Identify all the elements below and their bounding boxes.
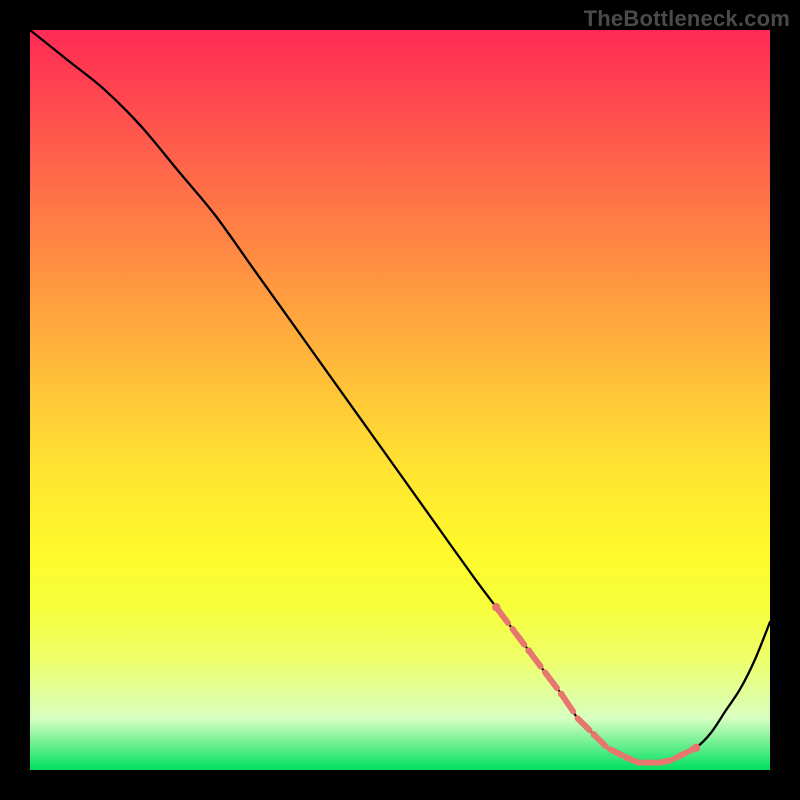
highlight-seg: [578, 718, 590, 730]
watermark-text: TheBottleneck.com: [584, 6, 790, 32]
highlight-dot: [525, 647, 532, 654]
highlight-dot: [591, 731, 598, 738]
plot-area: [30, 30, 770, 770]
bottleneck-curve: [30, 30, 770, 763]
highlight-dot-end: [692, 744, 700, 752]
highlight-dot-end: [492, 603, 500, 611]
highlight-dot: [558, 691, 565, 698]
chart-frame: TheBottleneck.com: [0, 0, 800, 800]
highlight-dot: [623, 754, 630, 761]
highlight-seg: [675, 752, 687, 758]
highlight-seg: [610, 749, 622, 755]
highlight-seg: [513, 629, 525, 645]
bottleneck-curve-svg: [30, 30, 770, 770]
highlight-seg: [545, 672, 557, 688]
highlight-dot: [656, 759, 663, 766]
highlight-band: [492, 603, 700, 766]
